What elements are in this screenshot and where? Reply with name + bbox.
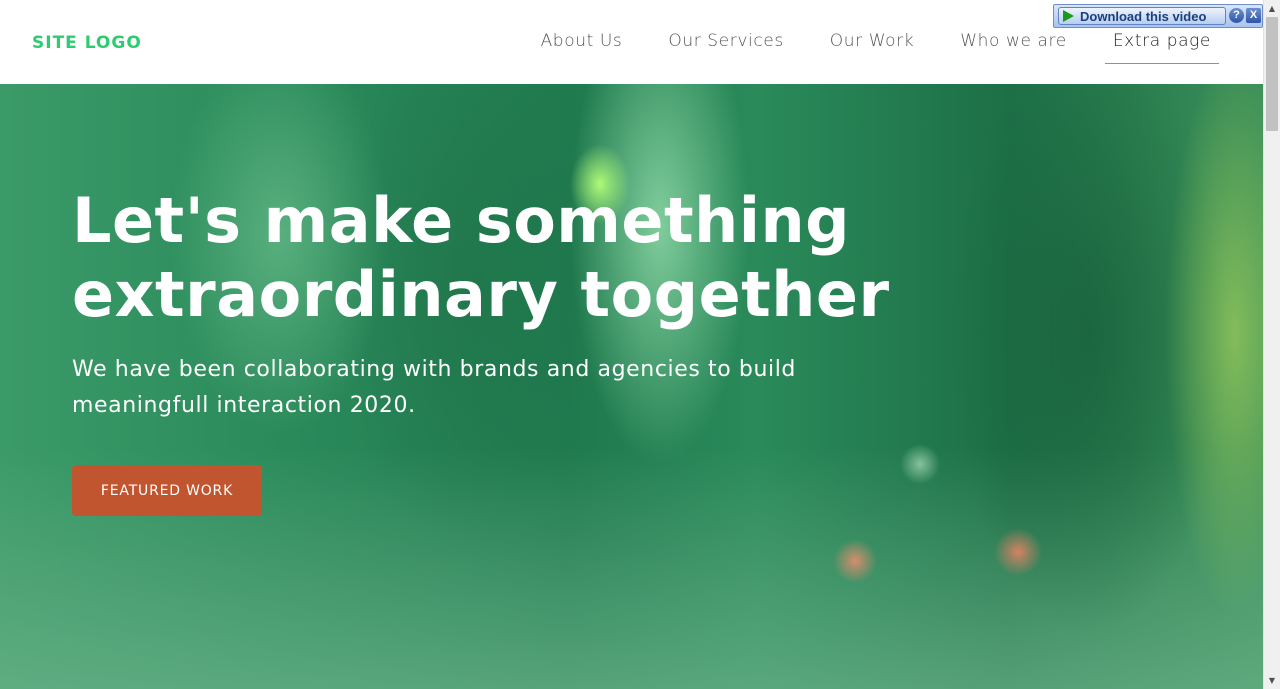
close-icon[interactable]: X <box>1246 8 1261 23</box>
scroll-thumb[interactable] <box>1266 17 1278 131</box>
hero-subtitle: We have been collaborating with brands a… <box>72 357 796 418</box>
scroll-up-arrow-icon[interactable]: ▲ <box>1264 0 1280 17</box>
nav-item-our-services[interactable]: Our Services <box>660 0 791 63</box>
download-video-toolbar: Download this video ? X <box>1053 4 1263 28</box>
play-icon <box>1063 10 1074 22</box>
nav-item-about-us[interactable]: About Us <box>533 0 631 63</box>
hero-title: Let's make something extraordinary toget… <box>72 184 890 331</box>
featured-work-button[interactable]: FEATURED WORK <box>72 465 262 516</box>
nav-item-our-work[interactable]: Our Work <box>822 0 922 63</box>
vertical-scrollbar[interactable]: ▲ ▼ <box>1263 0 1280 689</box>
download-video-label: Download this video <box>1080 8 1207 24</box>
page-viewport: SITE LOGO About Us Our Services Our Work… <box>0 0 1263 689</box>
help-button[interactable]: ? <box>1229 8 1244 23</box>
scroll-down-arrow-icon[interactable]: ▼ <box>1264 672 1280 689</box>
download-video-button[interactable]: Download this video <box>1058 7 1226 25</box>
hero-section: Let's make something extraordinary toget… <box>0 84 1263 689</box>
site-logo[interactable]: SITE LOGO <box>32 31 142 55</box>
